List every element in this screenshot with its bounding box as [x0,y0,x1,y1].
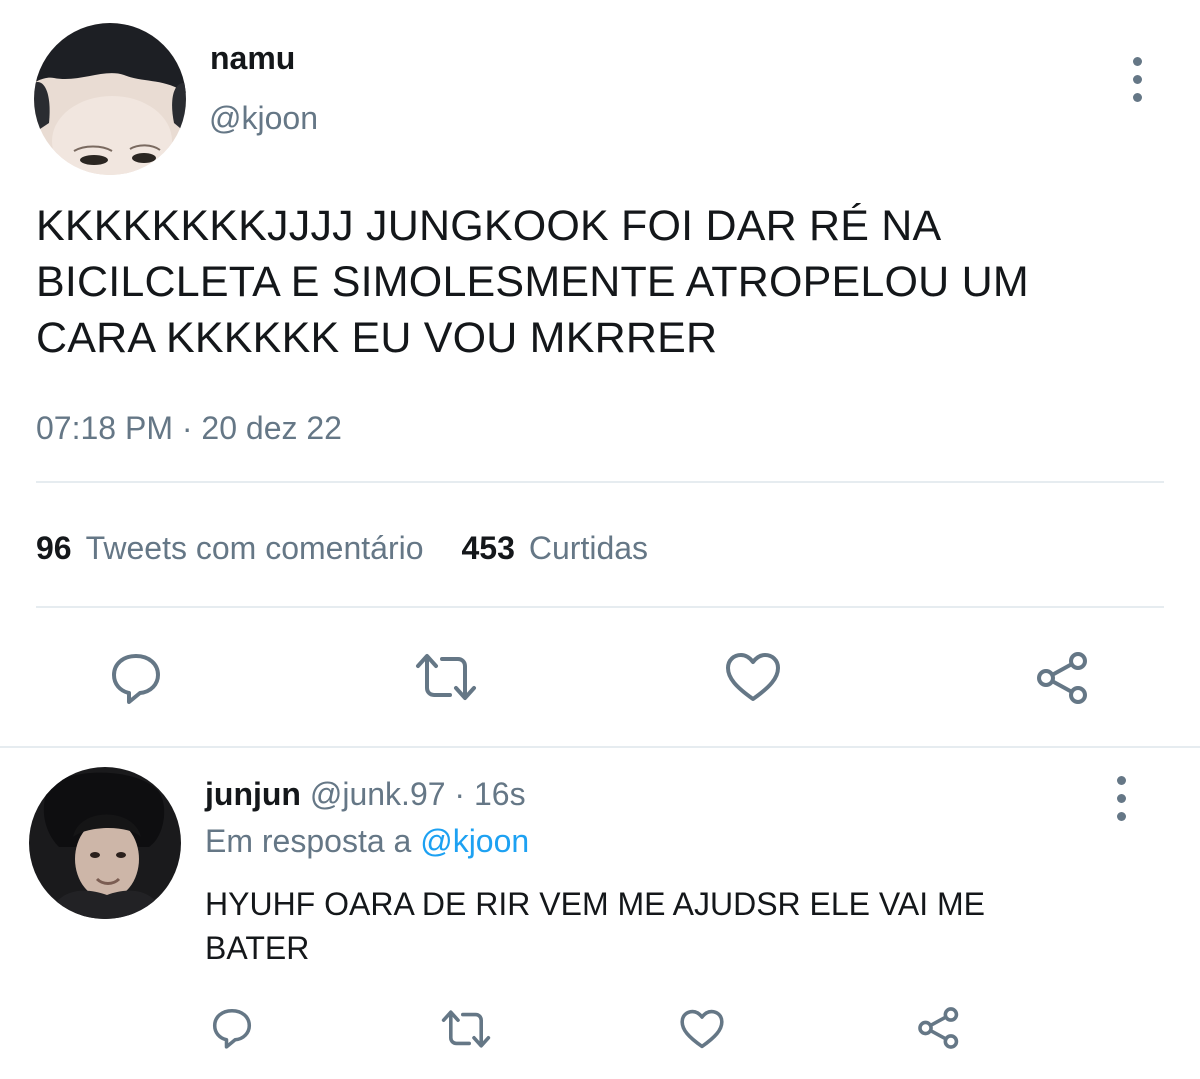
share-icon[interactable] [1034,650,1092,706]
reply-header: junjun @junk.97 · 16s [205,776,526,813]
reply-text-line: HYUHF OARA DE RIR VEM ME AJUDSR ELE VAI … [205,886,985,922]
reply-icon[interactable] [210,1006,254,1050]
handle[interactable]: @kjoon [209,100,318,137]
tweet-text-line: KKKKKKKKJJJJ JUNGKOOK FOI DAR RÉ NA [36,202,942,250]
in-reply-prefix: Em resposta a [205,823,412,859]
quotes-label[interactable]: Tweets com comentário [86,530,424,567]
avatar[interactable] [29,767,181,919]
retweet-icon[interactable] [440,1009,492,1049]
mention-link[interactable]: @kjoon [420,823,529,860]
display-name[interactable]: namu [210,40,295,77]
tweet-stats: 96 Tweets com comentário 453 Curtidas [36,530,648,567]
avatar[interactable] [34,23,186,175]
reply-text-line: BATER [205,930,310,966]
tweet-text-line: BICILCLETA E SIMOLESMENTE ATROPELOU UM [36,258,1029,306]
likes-count[interactable]: 453 [462,530,515,567]
tweet-text: KKKKKKKKJJJJ JUNGKOOK FOI DAR RÉ NA BICI… [36,198,1166,366]
tweet-date: 20 dez 22 [201,410,342,446]
tweet-text-line: CARA KKKKKK EU VOU MKRRER [36,314,718,362]
display-name[interactable]: junjun [205,776,301,813]
more-options-icon[interactable] [1115,776,1127,830]
reply-icon[interactable] [108,650,164,706]
share-icon[interactable] [916,1005,962,1051]
quotes-count[interactable]: 96 [36,530,72,567]
separator: · [454,776,466,812]
more-options-icon[interactable] [1131,57,1143,111]
tweet-time: 07:18 PM [36,410,173,446]
timestamp: 07:18 PM · 20 dez 22 [36,410,342,447]
handle[interactable]: @junk.97 [310,776,446,813]
reply-age: 16s [473,776,526,812]
separator: · [181,410,193,446]
in-reply-to: Em resposta a @kjoon [205,823,529,860]
reply-text: HYUHF OARA DE RIR VEM ME AJUDSR ELE VAI … [205,882,1165,970]
like-icon[interactable] [679,1008,725,1050]
retweet-icon[interactable] [414,652,478,702]
divider [36,606,1164,608]
divider [0,746,1200,748]
likes-label[interactable]: Curtidas [529,530,648,567]
divider [36,481,1164,483]
like-icon[interactable] [724,651,782,703]
